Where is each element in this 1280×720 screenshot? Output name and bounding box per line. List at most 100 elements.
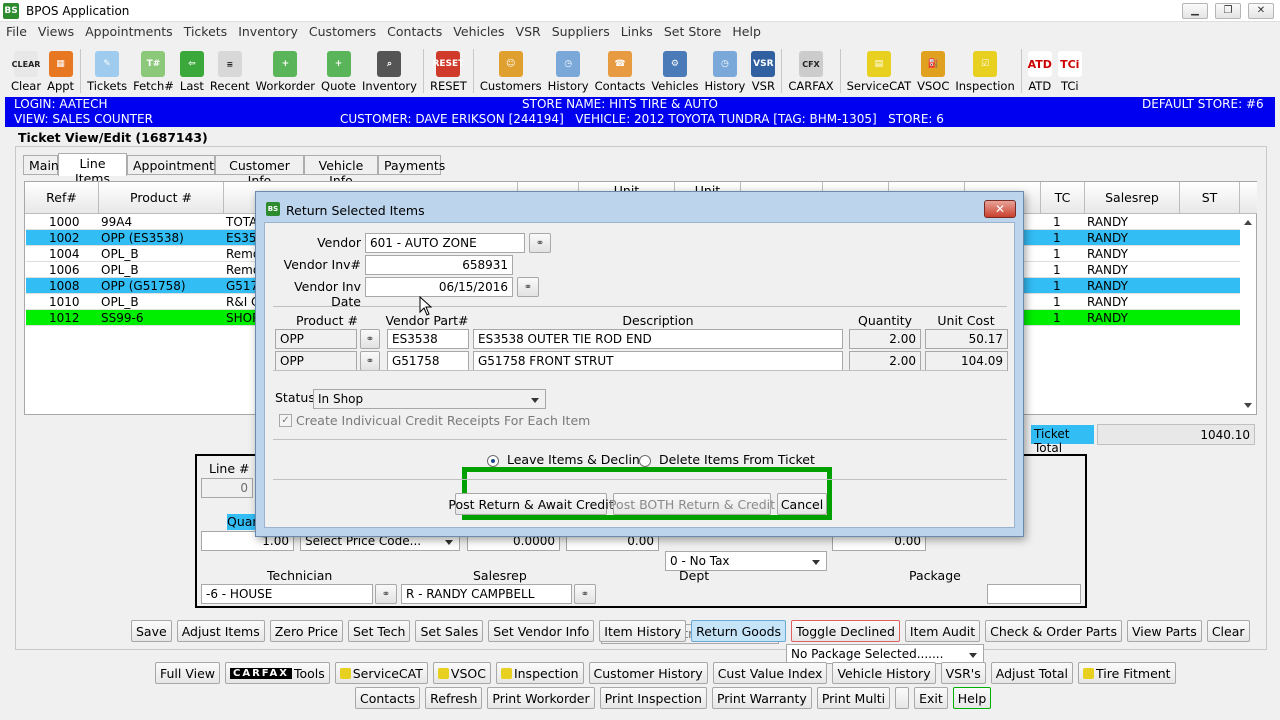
tools-button[interactable]: CARFAX Tools [225, 662, 330, 684]
menu-contacts[interactable]: Contacts [381, 22, 447, 39]
menu-tickets[interactable]: Tickets [178, 22, 233, 39]
product-lookup-icon[interactable]: ⚭ [360, 351, 380, 371]
scroll-up-icon[interactable] [1244, 220, 1252, 225]
item-product-field[interactable]: OPP [275, 329, 357, 349]
technician-field[interactable]: -6 - HOUSE [201, 584, 373, 604]
toolbar-tickets-button[interactable]: ✎ Tickets [84, 43, 130, 97]
print-warranty-button[interactable]: Print Warranty [711, 687, 812, 709]
menu-help[interactable]: Help [726, 22, 766, 39]
tab-customer-info[interactable]: Customer Info [215, 155, 304, 188]
toolbar-fetch-button[interactable]: T# Fetch# [130, 43, 177, 97]
item-history-button[interactable]: Item History [599, 620, 687, 642]
toolbar-customers-button[interactable]: ☺ Customers [477, 43, 545, 97]
toolbar-inventory-button[interactable]: ⌕ Inventory [359, 43, 420, 97]
leave-items-radio[interactable] [487, 454, 499, 467]
cust-value-index-button[interactable]: Cust Value Index [712, 662, 828, 684]
inspection-button[interactable]: Inspection [495, 662, 584, 684]
status-select[interactable]: In Shop [313, 389, 546, 409]
item-audit-button[interactable]: Item Audit [904, 620, 981, 642]
package-extra-field[interactable] [987, 584, 1081, 604]
vsoc-button[interactable]: VSOC [432, 662, 491, 684]
print-multi-button[interactable]: Print Multi [816, 687, 891, 709]
toolbar-vsoc-button[interactable]: ⛽ VSOC [914, 43, 952, 97]
servicecat-button[interactable]: ServiceCAT [334, 662, 428, 684]
item-vendor-part-field[interactable]: ES3538 [387, 329, 469, 349]
grid-scrollbar[interactable] [1240, 214, 1256, 414]
vsr-s-button[interactable]: VSR's [940, 662, 986, 684]
column-header-tc[interactable]: TC [1041, 182, 1085, 214]
toolbar-appt-button[interactable]: ▦ Appt [44, 43, 77, 97]
close-window-button[interactable]: ✕ [1248, 3, 1274, 19]
customer-history-button[interactable]: Customer History [588, 662, 708, 684]
item-product-field[interactable]: OPP [275, 351, 357, 371]
salesrep-lookup-icon[interactable]: ⚭ [574, 584, 596, 604]
set-sales-button[interactable]: Set Sales [415, 620, 484, 642]
cancel-button[interactable]: Cancel [777, 493, 827, 515]
toolbar-recent-button[interactable]: ≡ Recent [207, 43, 253, 97]
menu-views[interactable]: Views [32, 22, 79, 39]
toolbar-vehicles-button[interactable]: ⚙ Vehicles [648, 43, 701, 97]
menu-appointments[interactable]: Appointments [79, 22, 178, 39]
print-workorder-button[interactable]: Print Workorder [487, 687, 595, 709]
column-header-ref[interactable]: Ref# [25, 182, 99, 214]
item-description-field[interactable]: G51758 FRONT STRUT [473, 351, 843, 371]
toolbar-history-button[interactable]: ◷ History [701, 43, 748, 97]
line-number-field[interactable]: 0 [201, 478, 253, 498]
toolbar-servicecat-button[interactable]: ▤ ServiceCAT [844, 43, 915, 97]
menu-suppliers[interactable]: Suppliers [546, 22, 615, 39]
vehicle-history-button[interactable]: Vehicle History [832, 662, 936, 684]
credit-receipts-checkbox[interactable]: ✓ [279, 414, 292, 427]
restore-button[interactable]: ❐ [1215, 3, 1241, 19]
vendor-field[interactable]: 601 - AUTO ZONE [365, 233, 525, 253]
item-description-field[interactable]: ES3538 OUTER TIE ROD END [473, 329, 843, 349]
tab-main[interactable]: Main [23, 155, 59, 175]
tire-fitment-button[interactable]: Tire Fitment [1077, 662, 1176, 684]
column-header-salesrep[interactable]: Salesrep [1085, 182, 1180, 214]
set-tech-button[interactable]: Set Tech [347, 620, 411, 642]
package-select[interactable]: No Package Selected....... [786, 644, 984, 664]
full-view-button[interactable]: Full View [155, 662, 221, 684]
post-both-button[interactable]: Post BOTH Return & Credit [609, 493, 775, 515]
toolbar-atd-button[interactable]: ATD ATD [1025, 43, 1055, 97]
dialog-close-button[interactable]: ✕ [984, 200, 1016, 218]
exit-button[interactable]: Exit [914, 687, 948, 709]
minimize-button[interactable]: ▁ [1182, 3, 1208, 19]
menu-vsr[interactable]: VSR [510, 22, 546, 39]
technician-lookup-icon[interactable]: ⚭ [375, 584, 397, 604]
toolbar-history-button[interactable]: ◷ History [545, 43, 592, 97]
clear-button[interactable]: Clear [1206, 620, 1250, 642]
salesrep-field[interactable]: R - RANDY CAMPBELL [401, 584, 572, 604]
scroll-down-icon[interactable] [1244, 403, 1252, 408]
view-parts-button[interactable]: View Parts [1126, 620, 1202, 642]
post-return-button[interactable]: Post Return & Await Credit [448, 493, 614, 515]
toggle-declined-button[interactable]: Toggle Declined [791, 620, 900, 642]
toolbar-carfax-button[interactable]: CFX CARFAX [785, 43, 836, 97]
vendor-invoice-field[interactable]: 658931 [365, 255, 513, 275]
toolbar-clear-button[interactable]: CLEAR Clear [8, 43, 44, 97]
date-picker-icon[interactable]: ⚭ [517, 277, 539, 297]
tab-appointments[interactable]: Appointments [127, 155, 221, 175]
menu-file[interactable]: File [0, 22, 32, 39]
toolbar-inspection-button[interactable]: ☑ Inspection [952, 43, 1017, 97]
tab-line-items[interactable]: Line Items [58, 153, 127, 186]
column-header-product[interactable]: Product # [99, 182, 224, 214]
menu-links[interactable]: Links [615, 22, 658, 39]
save-button[interactable]: Save [131, 620, 172, 642]
menu-set-store[interactable]: Set Store [658, 22, 727, 39]
vendor-invoice-date-field[interactable]: 06/15/2016 [365, 277, 513, 297]
set-vendor-info-button[interactable]: Set Vendor Info [488, 620, 595, 642]
toolbar-workorder-button[interactable]: + Workorder [253, 43, 318, 97]
product-lookup-icon[interactable]: ⚭ [360, 329, 380, 349]
menu-vehicles[interactable]: Vehicles [447, 22, 509, 39]
adjust-items-button[interactable]: Adjust Items [176, 620, 265, 642]
return-goods-button[interactable]: Return Goods [691, 620, 787, 642]
contacts-button[interactable]: Contacts [355, 687, 421, 709]
delete-items-option[interactable]: Delete Items From Ticket [639, 452, 815, 467]
check-order-parts-button[interactable]: Check & Order Parts [985, 620, 1122, 642]
refresh-button[interactable]: Refresh [425, 687, 483, 709]
toolbar-tci-button[interactable]: TCi TCi [1055, 43, 1085, 97]
column-header-st[interactable]: ST [1180, 182, 1240, 214]
delete-items-radio[interactable] [639, 454, 651, 467]
adjust-total-button[interactable]: Adjust Total [990, 662, 1073, 684]
print-inspection-button[interactable]: Print Inspection [599, 687, 707, 709]
